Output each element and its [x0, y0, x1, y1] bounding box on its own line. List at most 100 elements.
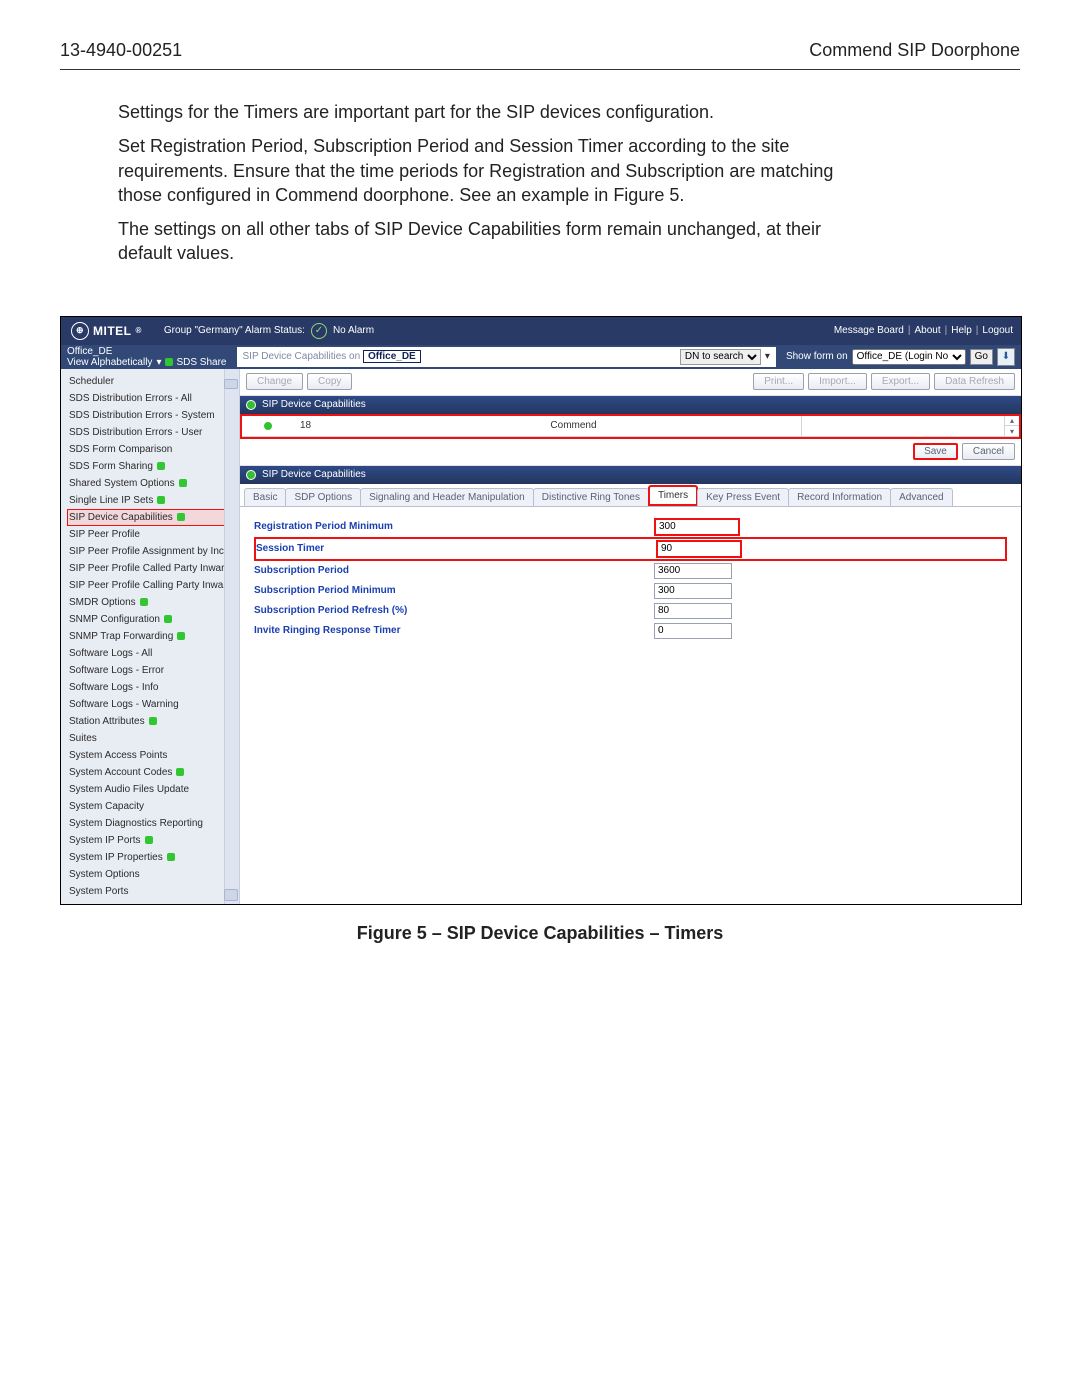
chevron-down-icon: ▾: [765, 351, 770, 362]
scroll-thumb[interactable]: [224, 379, 238, 389]
form-input[interactable]: [654, 603, 732, 619]
section-header: SIP Device Capabilities: [240, 396, 1021, 414]
share-icon: [165, 358, 173, 366]
export-button[interactable]: Export...: [871, 373, 930, 390]
show-form-select[interactable]: Office_DE (Login No: [852, 349, 966, 365]
sidebar-item[interactable]: SIP Peer Profile: [67, 526, 237, 543]
tab-key-press-event[interactable]: Key Press Event: [697, 488, 789, 506]
download-icon[interactable]: ⬇: [997, 348, 1015, 366]
doc-number: 13-4940-00251: [60, 40, 182, 61]
view-alpha-label[interactable]: View Alphabetically: [67, 357, 152, 368]
form-label: Subscription Period Minimum: [254, 585, 654, 596]
share-icon: [157, 496, 165, 504]
refresh-button[interactable]: Data Refresh: [934, 373, 1015, 390]
sidebar-item[interactable]: SDS Distribution Errors - User: [67, 424, 237, 441]
form-row: Subscription Period: [254, 561, 1007, 581]
sidebar-item[interactable]: System Ports: [67, 883, 237, 900]
sidebar-item[interactable]: System Capacity: [67, 798, 237, 815]
sidebar-item[interactable]: SMDR Options: [67, 594, 237, 611]
sidebar-item[interactable]: SIP Device Capabilities: [67, 509, 237, 526]
form-input[interactable]: [656, 540, 742, 558]
cancel-button[interactable]: Cancel: [962, 443, 1015, 460]
sds-share[interactable]: SDS Share: [165, 357, 226, 368]
tab-advanced[interactable]: Advanced: [890, 488, 952, 506]
dn-search-select[interactable]: DN to search: [680, 349, 761, 365]
sidebar-item[interactable]: System Options: [67, 866, 237, 883]
sidebar-item[interactable]: Software Logs - Info: [67, 679, 237, 696]
sidebar-item[interactable]: System IP Properties: [67, 849, 237, 866]
brand-text: MITEL: [93, 324, 132, 338]
row-name: Commend: [346, 416, 801, 436]
form-title: SIP Device Capabilities on Office_DE: [243, 351, 421, 362]
scroll-thumb[interactable]: [224, 889, 238, 901]
sidebar-item[interactable]: Single Line IP Sets: [67, 492, 237, 509]
sidebar-item[interactable]: SIP Peer Profile Assignment by Incom: [67, 543, 237, 560]
sidebar-item[interactable]: Software Logs - All: [67, 645, 237, 662]
figure-caption: Figure 5 – SIP Device Capabilities – Tim…: [60, 923, 1020, 944]
sidebar-item[interactable]: SDS Form Sharing: [67, 458, 237, 475]
sidebar-item[interactable]: SIP Peer Profile Calling Party Inward: [67, 577, 237, 594]
share-icon: [157, 462, 165, 470]
tab-signaling-and-header-manipulation[interactable]: Signaling and Header Manipulation: [360, 488, 534, 506]
tab-record-information[interactable]: Record Information: [788, 488, 891, 506]
sidebar-item[interactable]: Station Attributes: [67, 713, 237, 730]
timers-form: Registration Period Minimum Session Timer…: [240, 507, 1021, 701]
copy-button[interactable]: Copy: [307, 373, 352, 390]
sidebar-item[interactable]: SDS Distribution Errors - All: [67, 390, 237, 407]
sidebar-item[interactable]: Software Logs - Warning: [67, 696, 237, 713]
sidebar-item[interactable]: System Diagnostics Reporting: [67, 815, 237, 832]
share-icon: [149, 717, 157, 725]
alarm-check-icon: ✓: [311, 323, 327, 339]
row-number: 18: [294, 416, 346, 436]
form-row: Registration Period Minimum: [254, 517, 1007, 537]
table-row[interactable]: 18 Commend ▴ ▾: [242, 416, 1019, 437]
share-icon: [177, 632, 185, 640]
sidebar-item[interactable]: Suites: [67, 730, 237, 747]
form-label: Session Timer: [256, 543, 656, 554]
sidebar-item[interactable]: System IP Ports: [67, 832, 237, 849]
tab-distinctive-ring-tones[interactable]: Distinctive Ring Tones: [533, 488, 649, 506]
go-button[interactable]: Go: [970, 349, 993, 365]
print-button[interactable]: Print...: [753, 373, 804, 390]
sidebar-item[interactable]: Scheduler: [67, 373, 237, 390]
form-input[interactable]: [654, 518, 740, 536]
up-arrow-icon[interactable]: ▴: [1005, 416, 1019, 427]
tab-sdp-options[interactable]: SDP Options: [285, 488, 361, 506]
form-row: Invite Ringing Response Timer: [254, 621, 1007, 641]
form-input[interactable]: [654, 563, 732, 579]
link-logout[interactable]: Logout: [982, 325, 1013, 336]
link-about[interactable]: About: [914, 325, 940, 336]
sidebar-item[interactable]: System Account Codes: [67, 764, 237, 781]
save-button[interactable]: Save: [913, 443, 958, 460]
link-message-board[interactable]: Message Board: [834, 325, 904, 336]
sidebar-item[interactable]: SNMP Configuration: [67, 611, 237, 628]
office-name[interactable]: Office_DE: [67, 346, 227, 357]
screenshot-app: ⊕ MITEL® Group "Germany" Alarm Status: ✓…: [60, 316, 1022, 905]
import-button[interactable]: Import...: [808, 373, 867, 390]
share-icon: [140, 598, 148, 606]
form-label: Invite Ringing Response Timer: [254, 625, 654, 636]
paragraph-1: Settings for the Timers are important pa…: [118, 100, 878, 124]
share-icon: [167, 853, 175, 861]
sidebar-item[interactable]: Shared System Options: [67, 475, 237, 492]
tab-basic[interactable]: Basic: [244, 488, 286, 506]
scrollbar[interactable]: [224, 369, 239, 904]
status-icon: [246, 400, 256, 410]
sidebar-item[interactable]: SNMP Trap Forwarding: [67, 628, 237, 645]
link-help[interactable]: Help: [951, 325, 972, 336]
sidebar-item[interactable]: System Audio Files Update: [67, 781, 237, 798]
sidebar-item[interactable]: Software Logs - Error: [67, 662, 237, 679]
change-button[interactable]: Change: [246, 373, 303, 390]
tab-timers[interactable]: Timers: [648, 485, 698, 506]
sidebar-item[interactable]: SIP Peer Profile Called Party Inward D: [67, 560, 237, 577]
sidebar-item[interactable]: SDS Form Comparison: [67, 441, 237, 458]
down-arrow-icon[interactable]: ▾: [1005, 426, 1019, 436]
share-icon: [177, 513, 185, 521]
form-input[interactable]: [654, 583, 732, 599]
share-icon: [176, 768, 184, 776]
sidebar-item[interactable]: SDS Distribution Errors - System: [67, 407, 237, 424]
form-input[interactable]: [654, 623, 732, 639]
tabs: BasicSDP OptionsSignaling and Header Man…: [240, 484, 1021, 507]
form-row: Session Timer: [254, 537, 1007, 561]
sidebar-item[interactable]: System Access Points: [67, 747, 237, 764]
